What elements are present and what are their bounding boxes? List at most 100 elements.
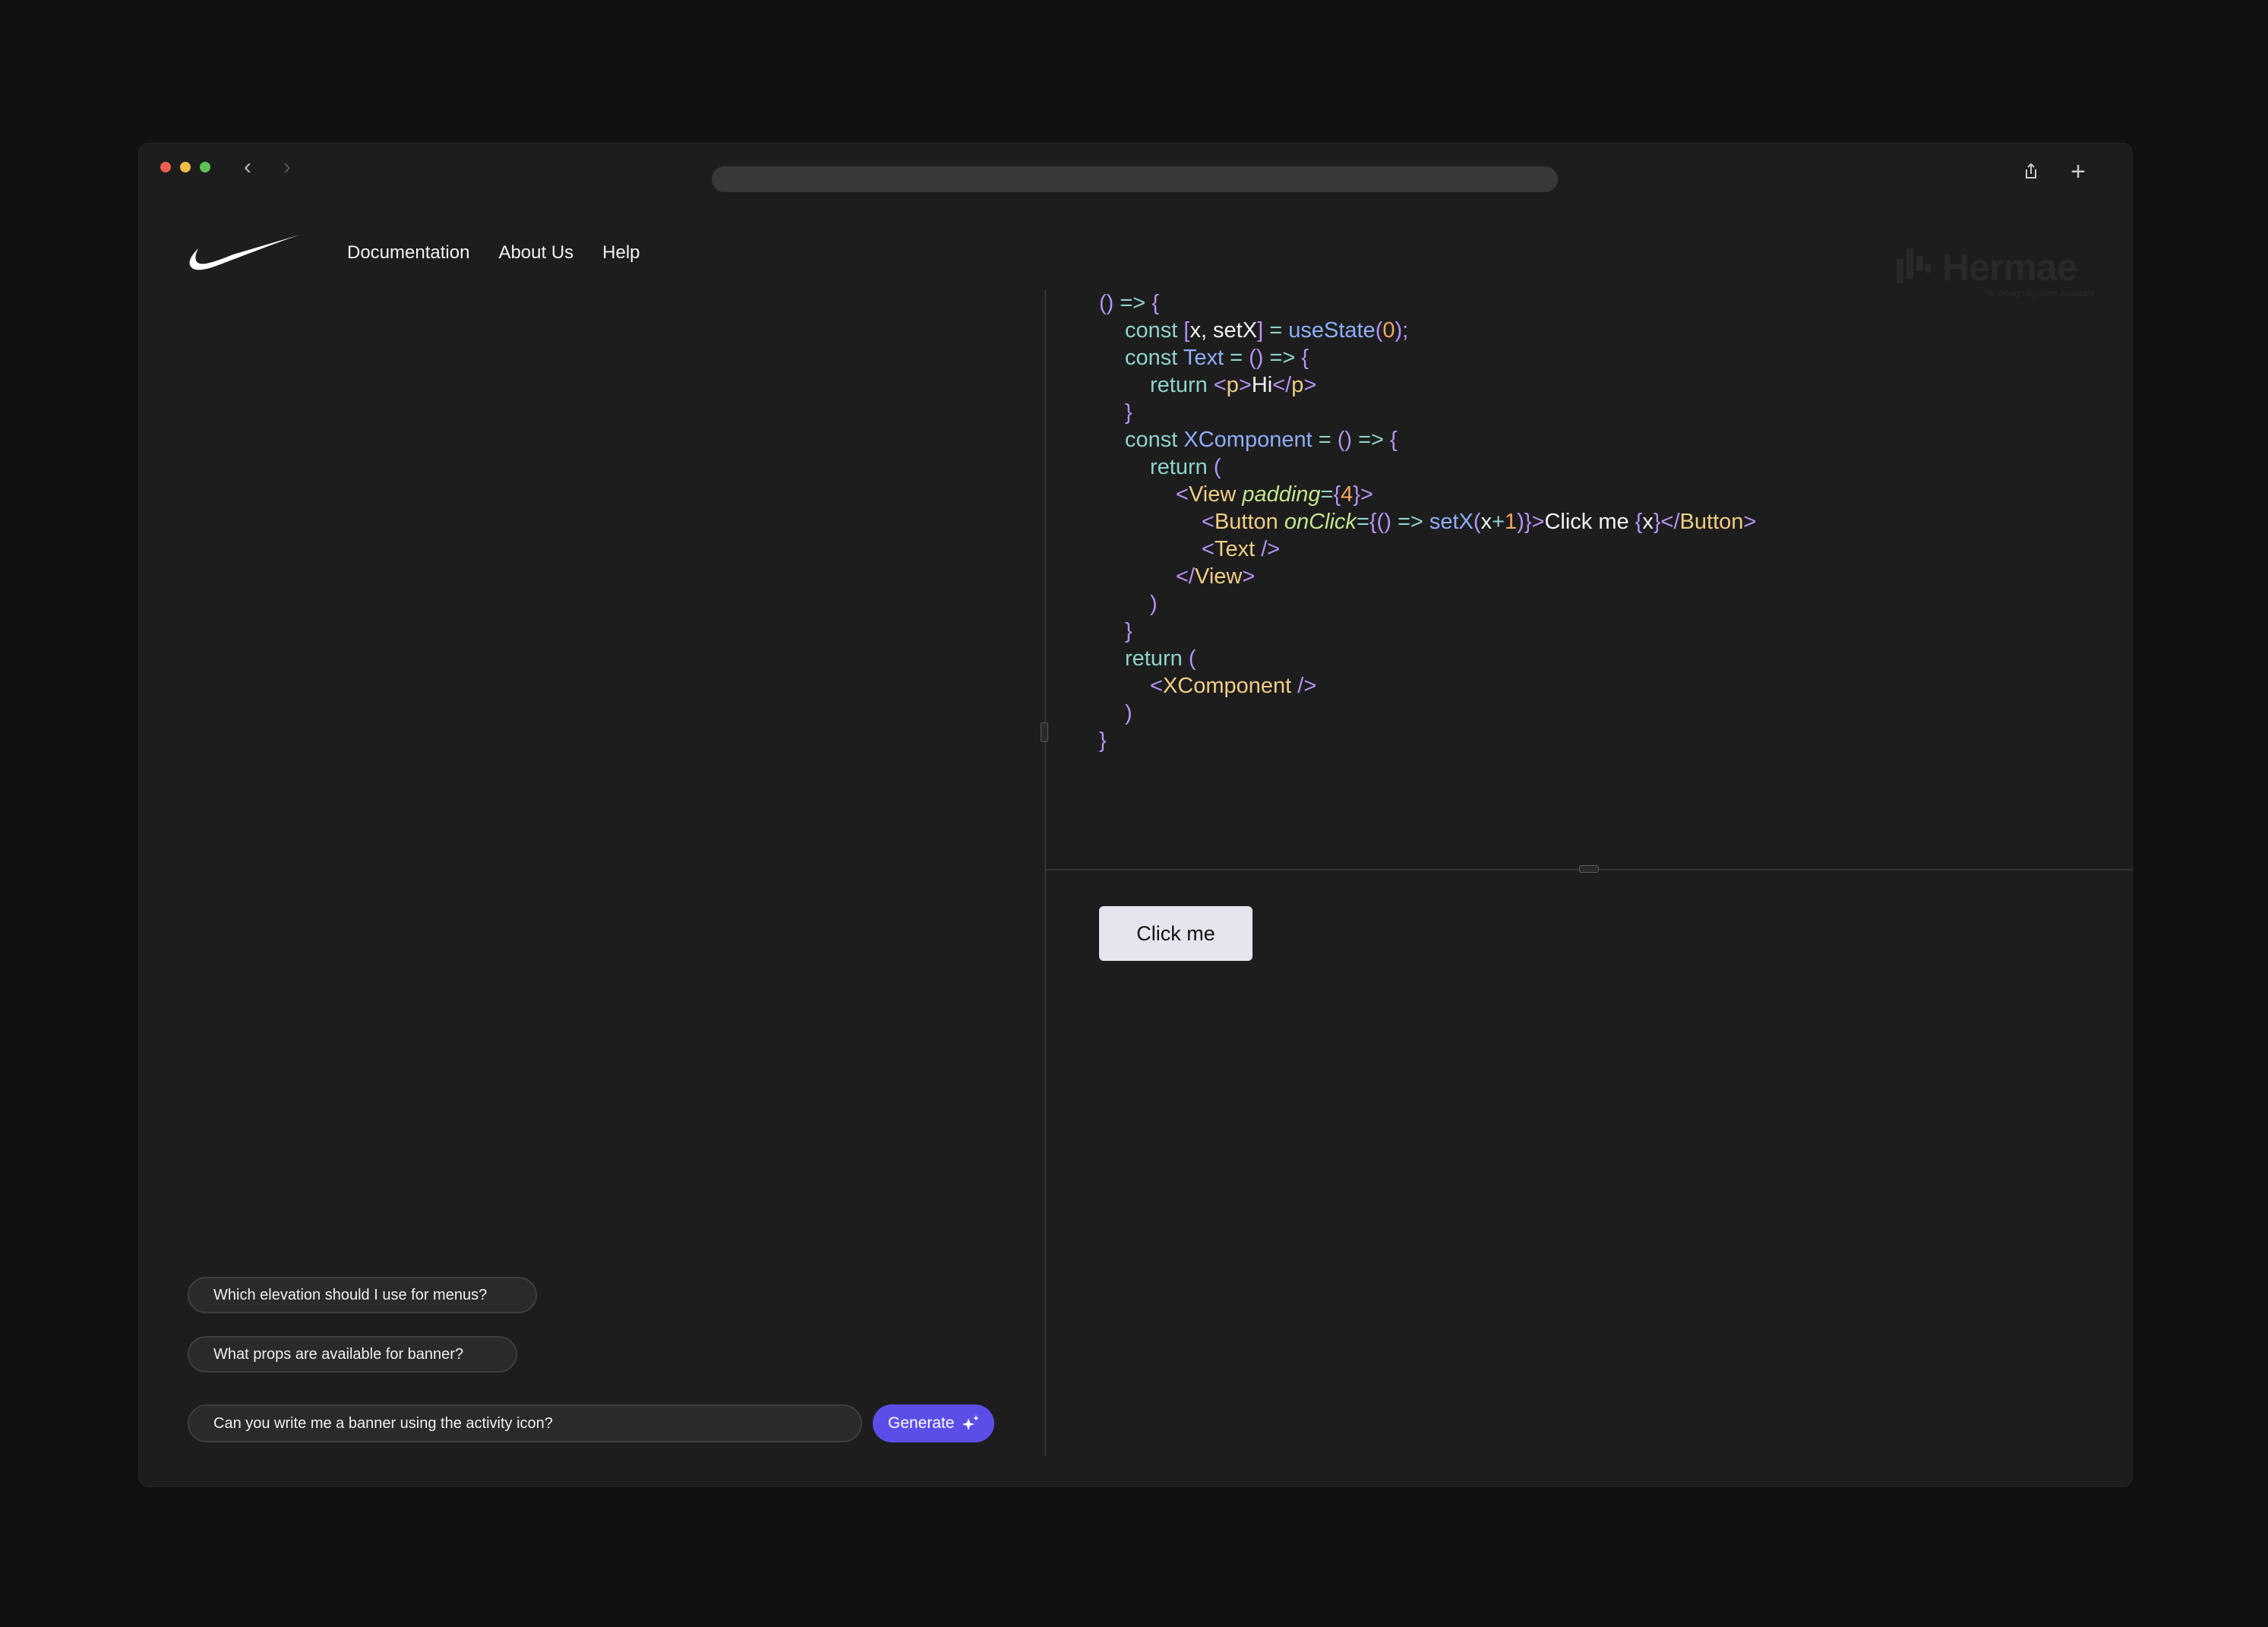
sparkle-icon xyxy=(962,1415,979,1430)
resize-handle-vertical[interactable] xyxy=(1041,722,1048,742)
code-token: x xyxy=(1642,510,1654,534)
code-token: Hi xyxy=(1251,373,1273,397)
code-token: 0 xyxy=(1382,318,1395,343)
code-line: ) xyxy=(1099,590,1756,618)
code-token: onClick xyxy=(1284,510,1357,534)
code-token: = xyxy=(1320,482,1334,507)
code-token: ( xyxy=(1213,455,1221,479)
code-token: }> xyxy=(1353,482,1373,507)
code-token: < xyxy=(1202,510,1215,534)
code-line: return <p>Hi</p> xyxy=(1099,371,1756,399)
prompt-input[interactable] xyxy=(188,1404,862,1442)
code-token: ) xyxy=(1150,592,1158,616)
nav-about-us[interactable]: About Us xyxy=(498,242,573,264)
code-token: XComponent xyxy=(1183,428,1319,452)
code-line: } xyxy=(1099,618,1756,645)
code-token: View xyxy=(1188,482,1243,507)
code-token: const xyxy=(1125,346,1183,370)
code-token: > xyxy=(1238,373,1252,397)
code-token: => xyxy=(1269,346,1302,370)
code-line: <XComponent /> xyxy=(1099,672,1756,700)
code-line: <View padding={4}> xyxy=(1099,481,1756,508)
code-token: )}> xyxy=(1517,510,1545,534)
share-icon[interactable] xyxy=(2018,159,2044,185)
code-token: } xyxy=(1125,619,1132,643)
code-token: x xyxy=(1480,510,1493,534)
code-token: ] xyxy=(1257,318,1270,343)
code-token: < xyxy=(1213,373,1227,397)
code-token: Button xyxy=(1214,510,1284,534)
code-line: const XComponent = () => { xyxy=(1099,426,1756,453)
code-line: <Text /> xyxy=(1099,535,1756,563)
code-token: return xyxy=(1150,455,1214,479)
code-token: > xyxy=(1743,510,1757,534)
nav-help[interactable]: Help xyxy=(602,242,640,264)
code-token: useState xyxy=(1288,318,1376,343)
code-token: p xyxy=(1291,373,1304,397)
code-line: const Text = () => { xyxy=(1099,344,1756,371)
code-editor[interactable]: () => {const [x, setX] = useState(0); con… xyxy=(1099,289,1756,754)
code-line: } xyxy=(1099,727,1756,754)
code-token: { xyxy=(1333,482,1341,507)
code-token: > xyxy=(1242,564,1256,589)
code-token: = xyxy=(1230,346,1249,370)
code-token: ) xyxy=(1125,701,1132,725)
code-token: => xyxy=(1120,291,1152,315)
brand-tagline: AI Design Systems Assistant xyxy=(1988,289,2094,299)
code-token: padding xyxy=(1242,482,1321,507)
code-line: return ( xyxy=(1099,453,1756,481)
swoosh-logo[interactable] xyxy=(188,233,302,277)
suggestion-chip[interactable]: Which elevation should I use for menus? xyxy=(188,1277,537,1313)
chevron-left-icon[interactable]: ‹ xyxy=(236,156,259,178)
code-token: p xyxy=(1226,373,1239,397)
code-line: </View> xyxy=(1099,563,1756,590)
code-line: <Button onClick={() => setX(x+1)}>Click … xyxy=(1099,508,1756,535)
code-token: const xyxy=(1125,318,1184,343)
code-token: /> xyxy=(1261,537,1281,561)
code-token: return xyxy=(1150,373,1214,397)
code-line: ) xyxy=(1099,700,1756,727)
address-bar[interactable] xyxy=(712,166,1558,192)
code-token: x, setX xyxy=(1189,318,1258,343)
code-token: Text xyxy=(1183,346,1230,370)
code-token: 1 xyxy=(1505,510,1518,534)
code-token: ( xyxy=(1375,318,1383,343)
code-token: => xyxy=(1358,428,1391,452)
close-window-button[interactable] xyxy=(160,162,171,172)
maximize-window-button[interactable] xyxy=(200,162,210,172)
code-token: Click me xyxy=(1544,510,1635,534)
code-token: { xyxy=(1390,428,1398,452)
code-token: /> xyxy=(1297,674,1317,698)
code-token: 4 xyxy=(1341,482,1354,507)
code-token: () xyxy=(1249,346,1270,370)
chevron-right-icon[interactable]: › xyxy=(276,156,299,178)
minimize-window-button[interactable] xyxy=(180,162,191,172)
suggestion-chip[interactable]: What props are available for banner? xyxy=(188,1336,517,1373)
code-token: = xyxy=(1356,510,1369,534)
code-token: setX xyxy=(1429,510,1474,534)
code-line: const [x, setX] = useState(0); xyxy=(1099,317,1756,344)
code-token: ); xyxy=(1395,318,1409,343)
code-token: {() xyxy=(1369,510,1398,534)
code-line: () => { xyxy=(1099,289,1756,317)
code-token: + xyxy=(1492,510,1505,534)
code-token: View xyxy=(1195,564,1243,589)
code-token: > xyxy=(1303,373,1317,397)
code-token: () xyxy=(1099,291,1120,315)
pane-divider-vertical xyxy=(1044,289,1046,1456)
preview-click-me-button[interactable]: Click me xyxy=(1099,906,1252,961)
code-line: return ( xyxy=(1099,645,1756,672)
browser-window: ‹ › + Documentation About Us Help Hermae… xyxy=(138,143,2133,1487)
plus-icon[interactable]: + xyxy=(2065,159,2091,185)
generate-button[interactable]: Generate xyxy=(873,1404,994,1442)
code-token: return xyxy=(1125,646,1189,671)
code-token: < xyxy=(1176,482,1189,507)
resize-handle-horizontal[interactable] xyxy=(1579,865,1599,873)
code-token: ( xyxy=(1188,646,1196,671)
nav-documentation[interactable]: Documentation xyxy=(347,242,469,264)
code-token: = xyxy=(1318,428,1338,452)
code-token: const xyxy=(1125,428,1184,452)
code-token: Button xyxy=(1679,510,1744,534)
top-nav: Documentation About Us Help xyxy=(347,242,640,264)
hermae-brand: Hermae AI Design Systems Assistant xyxy=(1895,245,2094,306)
